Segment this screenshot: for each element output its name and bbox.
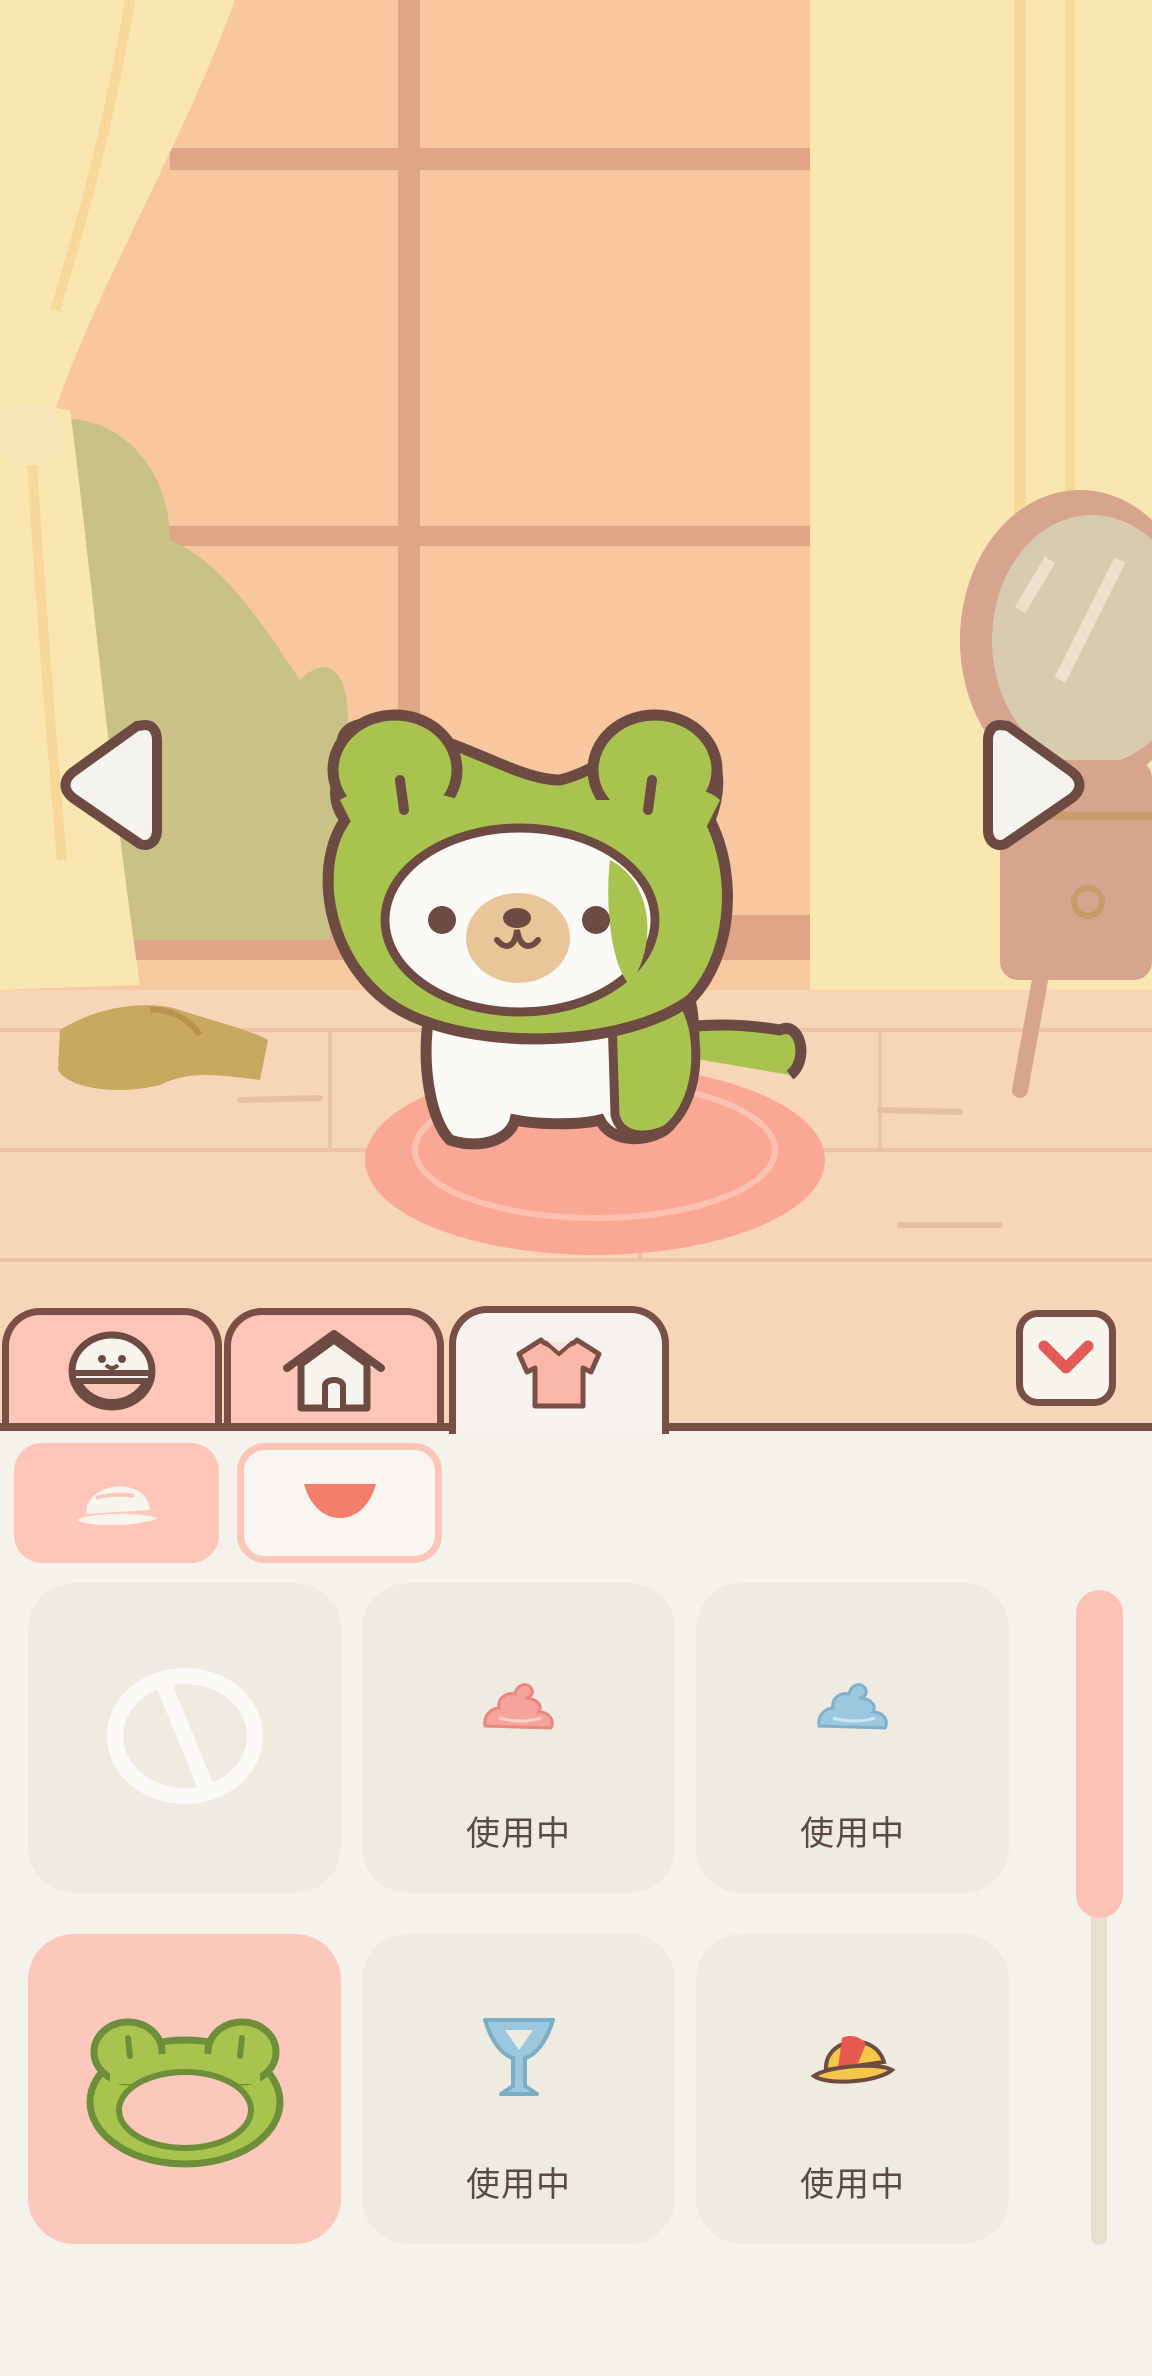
bib-icon: [300, 1478, 380, 1528]
item-status: 使用中: [466, 2165, 571, 2205]
item-status: 使用中: [466, 1814, 571, 1854]
item-status: 使用中: [800, 1814, 905, 1854]
item-frog-hood[interactable]: [28, 1934, 341, 2244]
arrow-right-icon[interactable]: [980, 710, 1090, 860]
house-icon: [279, 1328, 389, 1418]
arrow-left-icon[interactable]: [55, 710, 165, 860]
bowl-icon: [62, 1329, 162, 1417]
item-none[interactable]: [28, 1583, 341, 1893]
cap-icon: [72, 1470, 162, 1536]
blue-glass-icon: [479, 2012, 559, 2106]
pink-swirl-icon: [479, 1678, 559, 1738]
chevron-down-icon: [1036, 1336, 1096, 1380]
item-status: 使用中: [800, 2165, 905, 2205]
subtab-neck[interactable]: [237, 1443, 442, 1563]
tab-food[interactable]: [2, 1308, 222, 1430]
collapse-button[interactable]: [1016, 1310, 1116, 1406]
scrollbar-thumb[interactable]: [1076, 1590, 1123, 1918]
item-blue-glass[interactable]: 使用中: [362, 1934, 675, 2244]
dressup-screen: 使用中 使用中 使用中 使用中: [0, 0, 1152, 2376]
yellow-cap-icon: [808, 2022, 898, 2096]
none-icon: [105, 1666, 265, 1810]
shirt-icon: [511, 1332, 607, 1416]
room-scene: [0, 0, 1152, 1430]
item-yellow-cap[interactable]: 使用中: [696, 1934, 1009, 2244]
frog-hood-icon: [80, 2002, 290, 2176]
subtab-hat[interactable]: [14, 1443, 219, 1563]
tab-clothes[interactable]: [449, 1306, 669, 1434]
tab-house[interactable]: [224, 1308, 444, 1430]
item-blue-swirl[interactable]: 使用中: [696, 1583, 1009, 1893]
item-pink-swirl[interactable]: 使用中: [362, 1583, 675, 1893]
blue-swirl-icon: [813, 1678, 893, 1738]
